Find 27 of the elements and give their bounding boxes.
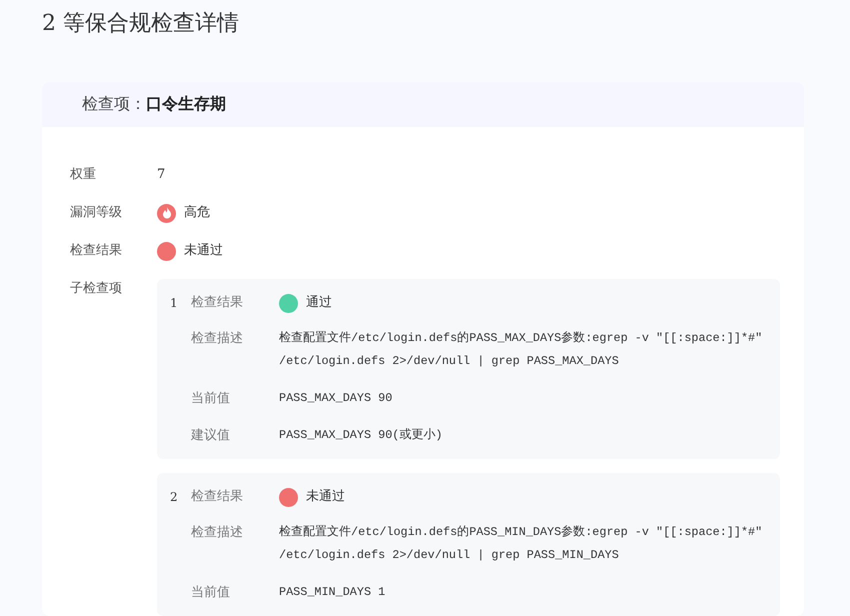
sub-field-value: PASS_MIN_DAYS 1	[279, 584, 386, 601]
sub-field-label: 检查结果	[191, 294, 244, 312]
sub-field-label: 当前值	[191, 390, 231, 408]
field-label: 子检查项	[70, 280, 123, 298]
result-value: 通过	[306, 294, 332, 312]
severity-value: 高危	[184, 204, 210, 222]
result-value: 未通过	[306, 488, 345, 506]
flame-icon	[162, 207, 172, 219]
sub-field-value: PASS_MAX_DAYS 90	[279, 390, 394, 407]
field-label: 检查结果	[70, 242, 123, 260]
field-value: 7	[157, 166, 166, 184]
sub-field-value: 检查配置文件/etc/login.defs的PASS_MIN_DAYS参数:egrep -v ″[[:space:]]*#″ /etc/login.defs 2>/dev/null | grep PASS_MIN_DAYS	[279, 524, 764, 564]
sub-check-index: 1	[170, 295, 179, 312]
field-label: 权重	[70, 166, 97, 184]
field-label: 漏洞等级	[70, 204, 123, 222]
sub-field-label: 检查描述	[191, 524, 244, 542]
result-value: 未通过	[184, 242, 223, 260]
sub-field-value: PASS_MAX_DAYS 90(或更小)	[279, 427, 444, 444]
sub-field-label: 检查结果	[191, 488, 244, 506]
sub-field-label: 当前值	[191, 584, 231, 602]
page-title: 2 等保合规检查详情	[42, 10, 240, 38]
check-item-label: 检查项：	[82, 94, 146, 115]
check-item-name: 口令生存期	[146, 94, 226, 115]
sub-field-label: 检查描述	[191, 330, 244, 348]
sub-check-index: 2	[170, 489, 179, 506]
sub-field-value: 检查配置文件/etc/login.defs的PASS_MAX_DAYS参数:egrep -v ″[[:space:]]*#″ /etc/login.defs 2>/dev/null | grep PASS_MAX_DAYS	[279, 330, 764, 370]
sub-field-label: 建议值	[191, 427, 231, 445]
